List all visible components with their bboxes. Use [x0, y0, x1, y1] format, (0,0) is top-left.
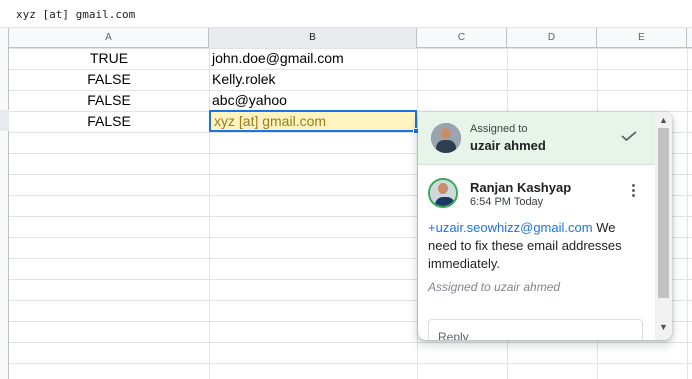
reply-placeholder: Reply [438, 330, 469, 340]
cell-a4[interactable]: FALSE [9, 111, 209, 132]
cell-a1[interactable]: TRUE [9, 48, 209, 69]
column-divider [687, 48, 688, 379]
column-header-e[interactable]: E [597, 28, 687, 48]
column-header-d[interactable]: D [507, 28, 597, 48]
column-header-a[interactable]: A [9, 28, 209, 48]
column-header-b[interactable]: B [209, 28, 417, 48]
comment-scrollbar[interactable]: ▲ ▼ [655, 112, 672, 340]
assignee-name: uzair ahmed [470, 138, 546, 153]
comment-body: +uzair.seowhizz@gmail.com We need to fix… [428, 219, 644, 273]
active-cell-b4[interactable]: xyz [at] gmail.com [209, 110, 417, 132]
cell-a2[interactable]: FALSE [9, 69, 209, 90]
scroll-down-icon[interactable]: ▼ [659, 322, 668, 332]
assigned-to-label: Assigned to [470, 123, 528, 135]
comment-card[interactable]: Assigned to uzair ahmed Ranjan Kashyap 6… [418, 112, 672, 340]
reply-input[interactable]: Reply [428, 319, 643, 340]
cell-b3[interactable]: abc@yahoo [209, 90, 417, 111]
cell-a3[interactable]: FALSE [9, 90, 209, 111]
active-cell-text: xyz [at] gmail.com [214, 113, 327, 129]
row-header-column [0, 28, 9, 379]
column-header-c[interactable]: C [417, 28, 507, 48]
cell-b2[interactable]: Kelly.rolek [209, 69, 417, 90]
formula-text[interactable]: xyz [at] gmail.com [16, 8, 135, 21]
check-icon[interactable] [621, 131, 637, 141]
assignment-header: Assigned to uzair ahmed [418, 112, 672, 165]
formula-bar[interactable]: xyz [at] gmail.com [0, 0, 692, 28]
comment-timestamp: 6:54 PM Today [470, 196, 544, 208]
assignee-avatar [431, 123, 461, 153]
row-header-selected[interactable] [0, 110, 9, 131]
scrollbar-thumb[interactable] [658, 128, 669, 298]
cell-b1[interactable]: john.doe@gmail.com [209, 48, 417, 69]
mention-link[interactable]: +uzair.seowhizz@gmail.com [428, 220, 593, 235]
scroll-up-icon[interactable]: ▲ [659, 115, 668, 125]
comment-author: Ranjan Kashyap [470, 180, 572, 195]
assigned-note: Assigned to uzair ahmed [428, 280, 561, 294]
author-avatar [428, 178, 458, 208]
more-vert-icon[interactable] [631, 184, 637, 200]
